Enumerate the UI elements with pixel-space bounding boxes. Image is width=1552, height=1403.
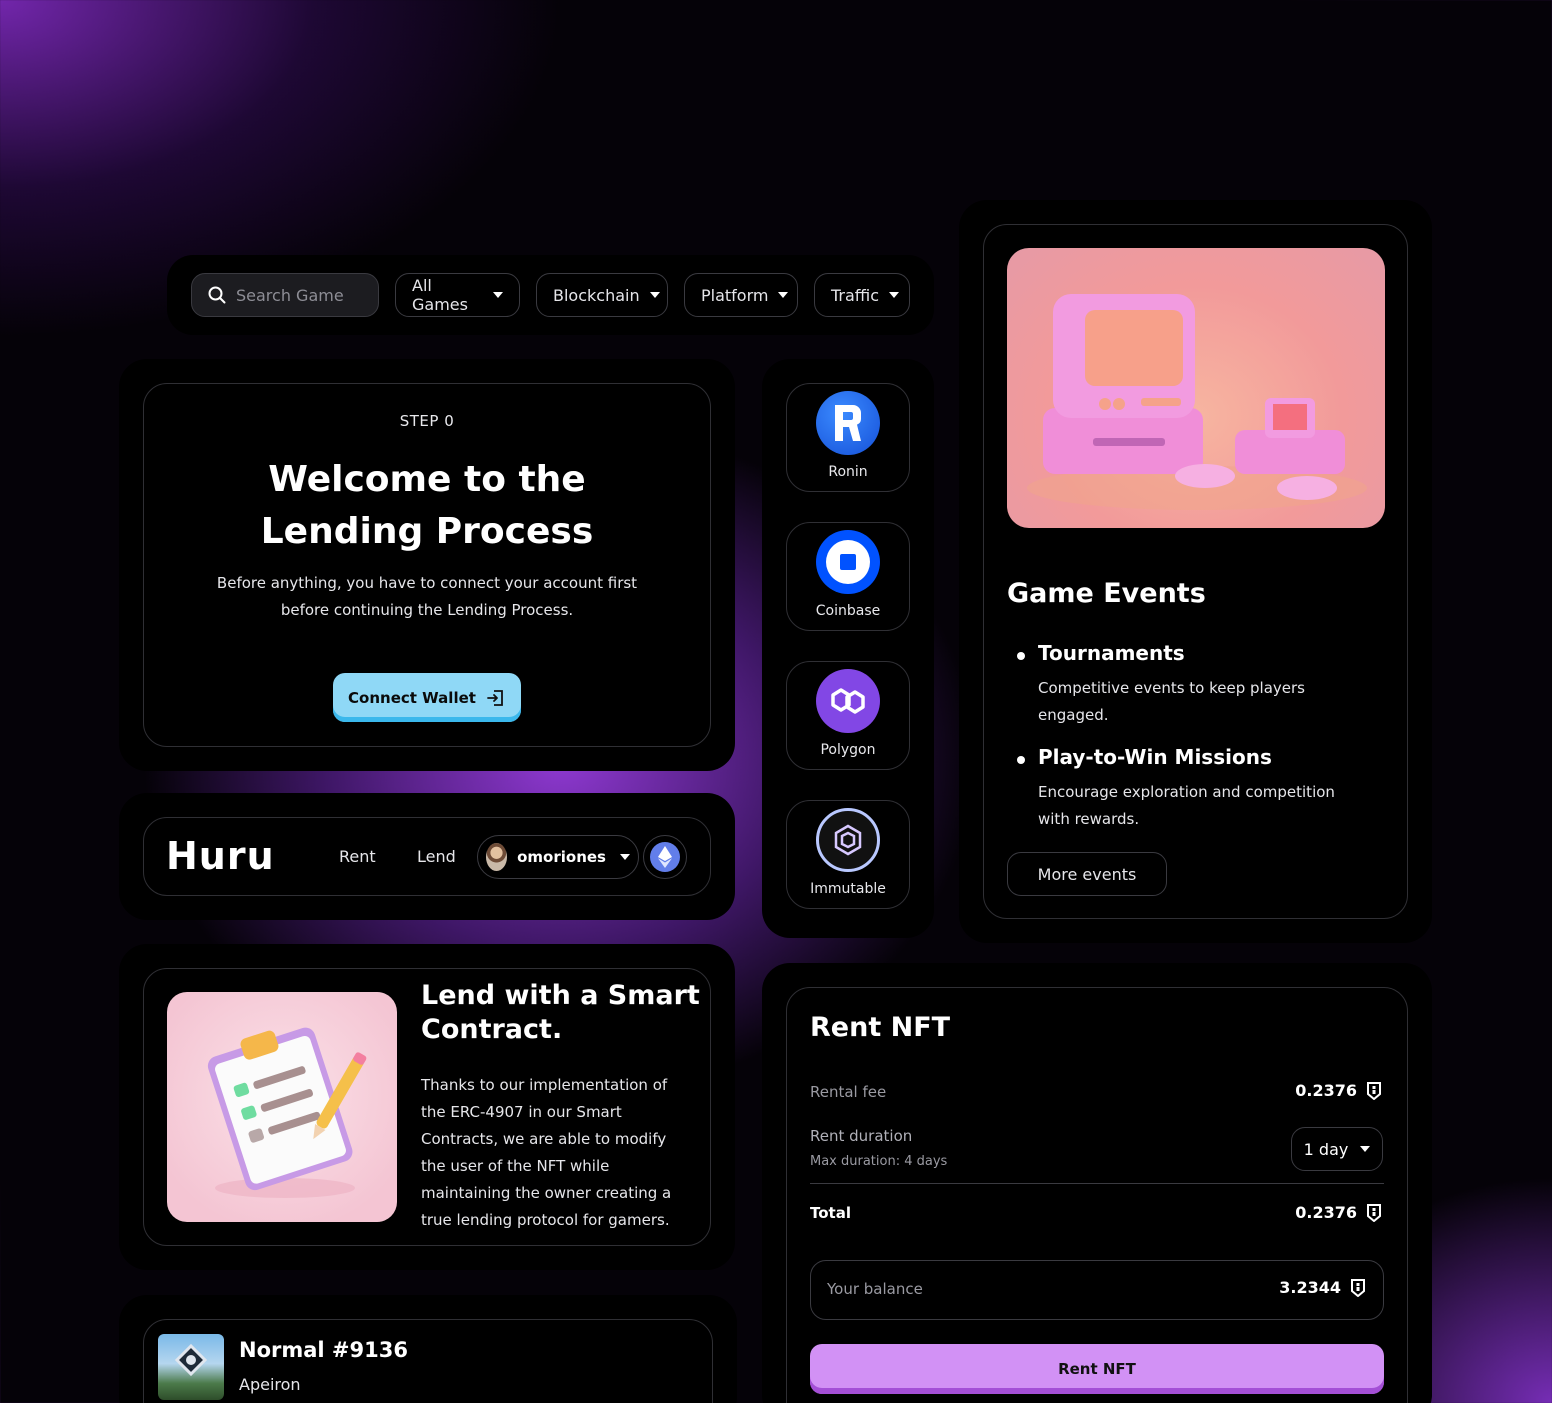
nft-card[interactable]: Normal #9136 Apeiron <box>143 1319 713 1403</box>
rental-fee-label: Rental fee <box>810 1083 887 1101</box>
retro-console-illustration <box>1007 248 1385 528</box>
total-value: 0.2376 <box>1295 1203 1381 1222</box>
events-card: Game Events Tournaments Competitive even… <box>983 224 1408 919</box>
chevron-down-icon <box>493 292 503 298</box>
coinbase-icon <box>816 530 880 594</box>
connect-wallet-button[interactable]: Connect Wallet <box>333 673 521 722</box>
filter-traffic[interactable]: Traffic <box>814 273 910 317</box>
nav-lend[interactable]: Lend <box>417 847 456 866</box>
nft-title: Normal #9136 <box>239 1338 408 1362</box>
balance-amount: 3.2344 <box>1279 1278 1341 1297</box>
event-title: Play-to-Win Missions <box>1038 745 1272 769</box>
wallet-coinbase[interactable]: Coinbase <box>786 522 910 631</box>
duration-value: 1 day <box>1303 1139 1349 1159</box>
filter-all-games[interactable]: All Games <box>395 273 520 317</box>
chevron-down-icon <box>1360 1146 1371 1152</box>
filter-label: Blockchain <box>553 285 640 305</box>
immutable-icon <box>816 808 880 872</box>
welcome-card: STEP 0 Welcome to the Lending Process Be… <box>143 383 711 747</box>
chevron-down-icon <box>649 292 660 298</box>
avatar <box>486 843 508 871</box>
chevron-down-icon <box>889 292 900 298</box>
wallet-name: Immutable <box>810 881 886 897</box>
rent-duration-label: Rent duration <box>810 1127 913 1145</box>
event-description: Competitive events to keep players engag… <box>1038 679 1305 724</box>
rental-fee-amount: 0.2376 <box>1295 1081 1357 1100</box>
rent-card: Rent NFT Rental fee 0.2376 Rent duration… <box>786 987 1408 1403</box>
token-icon <box>1367 1203 1381 1222</box>
ethereum-icon <box>650 842 680 872</box>
nft-thumbnail <box>158 1334 224 1400</box>
welcome-title: Welcome to the Lending Process <box>260 459 594 552</box>
balance-box: Your balance 3.2344 <box>810 1260 1384 1320</box>
nft-collection: Apeiron <box>239 1375 301 1394</box>
total-label: Total <box>810 1204 851 1222</box>
search-input[interactable]: Search Game <box>191 273 379 317</box>
username: omoriones <box>517 848 606 866</box>
clipboard-illustration <box>167 992 397 1222</box>
rental-fee-value: 0.2376 <box>1295 1081 1381 1100</box>
filter-platform[interactable]: Platform <box>684 273 798 317</box>
network-button[interactable] <box>643 835 687 879</box>
wallet-ronin[interactable]: Ronin <box>786 383 910 492</box>
balance-label: Your balance <box>827 1280 923 1298</box>
lend-description: Thanks to our implementation of the ERC-… <box>421 1076 672 1229</box>
polygon-icon <box>816 669 880 733</box>
filter-label: Platform <box>701 285 769 305</box>
search-placeholder: Search Game <box>236 285 344 305</box>
wallet-name: Ronin <box>828 464 868 480</box>
connect-wallet-label: Connect Wallet <box>348 688 476 707</box>
event-description: Encourage exploration and competition wi… <box>1038 783 1335 828</box>
welcome-description: Before anything, you have to connect you… <box>216 574 638 619</box>
duration-select[interactable]: 1 day <box>1291 1127 1383 1171</box>
filter-blockchain[interactable]: Blockchain <box>536 273 668 317</box>
bullet-icon <box>1017 652 1025 660</box>
event-title: Tournaments <box>1038 641 1185 665</box>
chevron-down-icon <box>620 854 630 860</box>
max-duration-hint: Max duration: 4 days <box>810 1154 948 1169</box>
wallet-panel: Ronin Coinbase Polygon Immutable <box>762 359 934 938</box>
token-icon <box>1351 1278 1365 1297</box>
total-amount: 0.2376 <box>1295 1203 1357 1222</box>
chevron-down-icon <box>778 292 789 298</box>
wallet-name: Coinbase <box>815 603 881 619</box>
events-title: Game Events <box>1007 578 1206 609</box>
lend-card: Lend with a Smart Contract. Thanks to ou… <box>143 968 711 1246</box>
login-icon <box>487 689 503 706</box>
rent-title: Rent NFT <box>810 1012 951 1043</box>
search-icon <box>208 286 226 304</box>
nav-rent[interactable]: Rent <box>339 847 376 866</box>
user-menu[interactable]: omoriones <box>477 835 639 879</box>
step-label: STEP 0 <box>399 412 455 430</box>
filter-label: All Games <box>412 276 468 314</box>
wallet-immutable[interactable]: Immutable <box>786 800 910 909</box>
brand-logo[interactable]: Huru <box>166 834 275 878</box>
wallet-name: Polygon <box>820 742 876 758</box>
rent-nft-button[interactable]: Rent NFT <box>810 1344 1384 1394</box>
navbar: Huru Rent Lend omoriones <box>143 817 711 896</box>
token-icon <box>1367 1081 1381 1100</box>
lend-title: Lend with a Smart Contract. <box>421 980 700 1045</box>
balance-value: 3.2344 <box>1279 1278 1365 1297</box>
bullet-icon <box>1017 756 1025 764</box>
more-events-button[interactable]: More events <box>1007 852 1167 896</box>
ronin-icon <box>816 391 880 455</box>
wallet-polygon[interactable]: Polygon <box>786 661 910 770</box>
divider <box>810 1183 1384 1184</box>
filter-label: Traffic <box>831 285 880 305</box>
